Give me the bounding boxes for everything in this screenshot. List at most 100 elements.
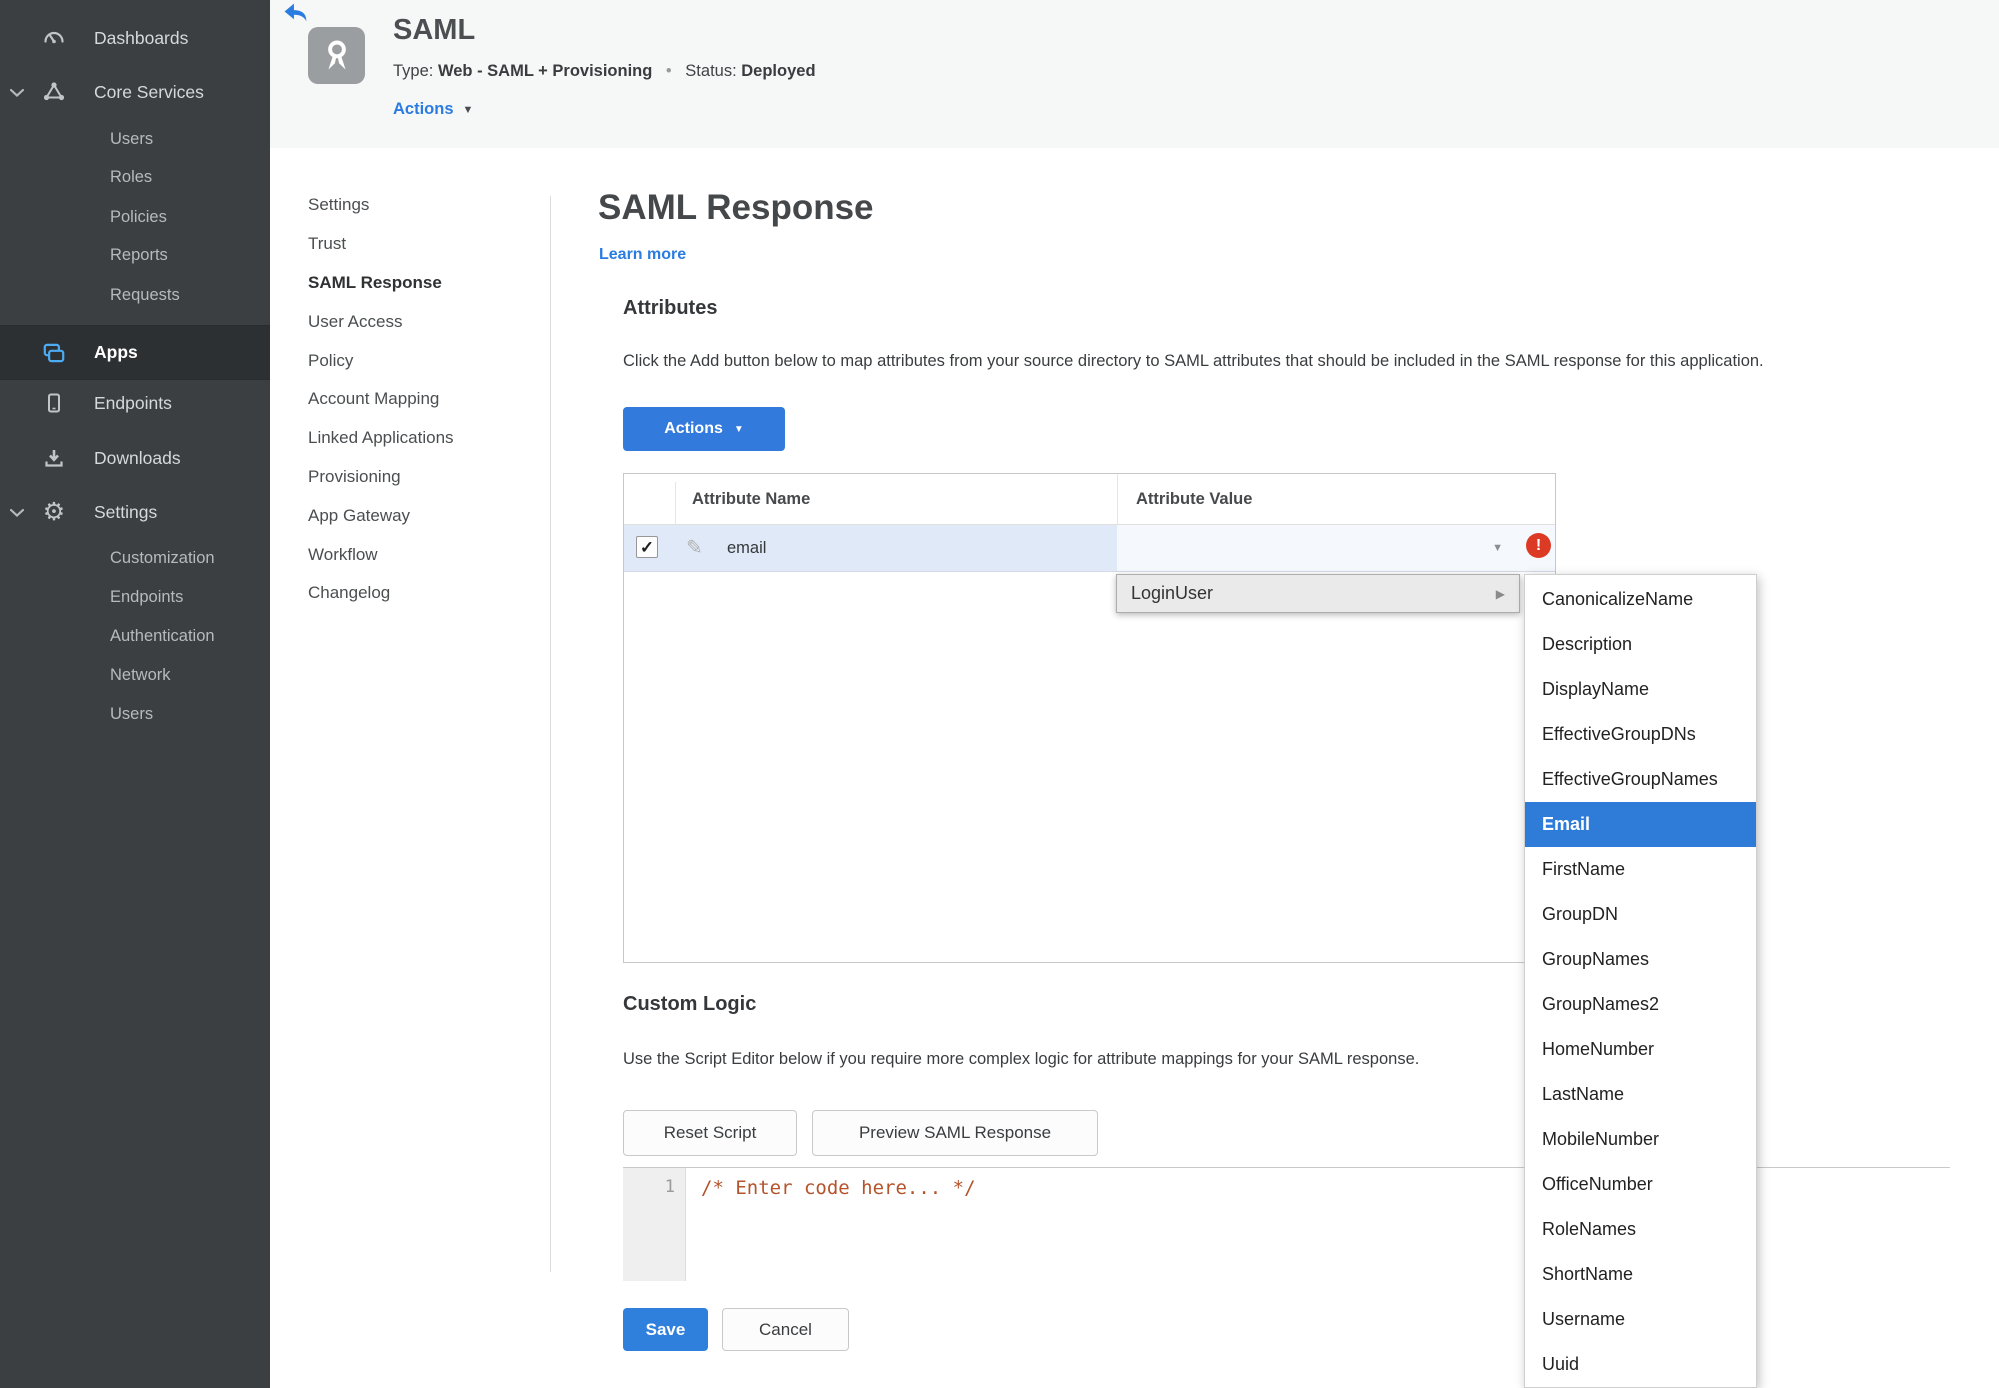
- gear-icon: ⚙: [42, 497, 66, 526]
- menu-item-loginuser[interactable]: LoginUser ▶: [1116, 574, 1520, 613]
- column-header-attribute-name: Attribute Name: [692, 489, 811, 508]
- sidebar-item-label: Settings: [94, 501, 158, 522]
- header-actions-label: Actions: [393, 100, 454, 118]
- editor-line-gutter: 1: [623, 1168, 686, 1281]
- column-divider: [1117, 474, 1118, 524]
- sidebar-subitem-label: Users: [110, 704, 154, 723]
- subnav-item-linked-applications[interactable]: Linked Applications: [308, 419, 538, 458]
- subnav-item-settings[interactable]: Settings: [308, 186, 538, 225]
- sidebar-item-roles[interactable]: Roles: [0, 155, 270, 199]
- submenu-item-groupnames2[interactable]: GroupNames2: [1525, 982, 1756, 1027]
- sidebar-item-label: Endpoints: [94, 392, 172, 413]
- subnav-item-user-access[interactable]: User Access: [308, 302, 538, 341]
- error-icon: !: [1526, 533, 1551, 558]
- sidebar-subitem-label: Network: [110, 665, 171, 684]
- subnav-item-saml-response[interactable]: SAML Response: [308, 264, 538, 303]
- subnav-item-app-gateway[interactable]: App Gateway: [308, 496, 538, 535]
- download-icon: [34, 446, 74, 470]
- check-icon: ✓: [639, 537, 655, 557]
- main-sidebar: Dashboards Core Services Users Roles Pol…: [0, 0, 270, 1388]
- submenu-item-uuid[interactable]: Uuid: [1525, 1342, 1756, 1387]
- submenu-item-description[interactable]: Description: [1525, 622, 1756, 667]
- sidebar-item-settings-users[interactable]: Users: [0, 692, 270, 736]
- submenu-item-email[interactable]: Email: [1525, 802, 1756, 847]
- type-value: Web - SAML + Provisioning: [437, 62, 653, 80]
- submenu-item-firstname[interactable]: FirstName: [1525, 847, 1756, 892]
- apps-icon: [34, 340, 74, 366]
- subnav-item-provisioning[interactable]: Provisioning: [308, 458, 538, 497]
- table-row[interactable]: ▼ ✓ ✎ email: [624, 525, 1555, 572]
- device-icon: [34, 391, 74, 415]
- sidebar-item-authentication[interactable]: Authentication: [0, 614, 270, 658]
- sidebar-item-network[interactable]: Network: [0, 653, 270, 697]
- caret-down-icon: ▼: [462, 103, 474, 116]
- gauge-icon: [34, 26, 74, 50]
- column-divider: [675, 482, 676, 524]
- submenu-item-mobilenumber[interactable]: MobileNumber: [1525, 1117, 1756, 1162]
- app-header: SAML Type: Web - SAML + Provisioning • S…: [270, 0, 1999, 148]
- attributes-table: Attribute Name Attribute Value ▼ ✓ ✎ ema…: [623, 473, 1556, 963]
- submenu-item-groupdn[interactable]: GroupDN: [1525, 892, 1756, 937]
- submenu-item-effectivegroupdns[interactable]: EffectiveGroupDNs: [1525, 712, 1756, 757]
- attribute-name-cell: email: [727, 538, 767, 557]
- preview-saml-response-button[interactable]: Preview SAML Response: [812, 1110, 1098, 1156]
- chevron-down-icon: [0, 508, 34, 517]
- preview-saml-label: Preview SAML Response: [858, 1123, 1052, 1142]
- cancel-button[interactable]: Cancel: [722, 1308, 849, 1351]
- header-actions-menu[interactable]: Actions ▼: [393, 100, 473, 119]
- column-header-attribute-value: Attribute Value: [1136, 489, 1253, 508]
- learn-more-link[interactable]: Learn more: [599, 246, 686, 264]
- subnav-item-changelog[interactable]: Changelog: [308, 574, 538, 613]
- sidebar-item-settings[interactable]: ⚙ Settings: [0, 490, 270, 534]
- table-header-row: Attribute Name Attribute Value: [624, 474, 1555, 525]
- submenu-item-lastname[interactable]: LastName: [1525, 1072, 1756, 1117]
- sidebar-subitem-label: Customization: [110, 548, 215, 567]
- submenu-item-canonicalizename[interactable]: CanonicalizeName: [1525, 577, 1756, 622]
- reset-script-label: Reset Script: [663, 1123, 757, 1142]
- sidebar-item-label: Apps: [94, 342, 138, 362]
- pencil-icon[interactable]: ✎: [686, 535, 703, 560]
- status-badge: Deployed: [741, 62, 816, 80]
- saml-app-icon: [308, 27, 365, 84]
- subnav-item-workflow[interactable]: Workflow: [308, 535, 538, 574]
- sidebar-item-endpoints[interactable]: Endpoints: [0, 381, 270, 425]
- sidebar-item-requests[interactable]: Requests: [0, 273, 270, 317]
- sidebar-item-settings-endpoints[interactable]: Endpoints: [0, 575, 270, 619]
- sidebar-item-apps[interactable]: Apps: [0, 325, 270, 380]
- sidebar-subitem-label: Policies: [110, 207, 167, 226]
- sidebar-item-core-services[interactable]: Core Services: [0, 70, 270, 114]
- sidebar-item-downloads[interactable]: Downloads: [0, 436, 270, 480]
- row-checkbox[interactable]: ✓: [636, 536, 658, 558]
- submenu-item-effectivegroupnames[interactable]: EffectiveGroupNames: [1525, 757, 1756, 802]
- cancel-label: Cancel: [759, 1319, 812, 1339]
- submenu-item-shortname[interactable]: ShortName: [1525, 1252, 1756, 1297]
- line-number: 1: [664, 1177, 675, 1197]
- subnav-item-trust[interactable]: Trust: [308, 225, 538, 264]
- bullet-separator: •: [665, 62, 672, 80]
- menu-item-label: LoginUser: [1131, 583, 1214, 603]
- submenu-item-homenumber[interactable]: HomeNumber: [1525, 1027, 1756, 1072]
- subnav-divider: [550, 196, 551, 1272]
- app-window: Dashboards Core Services Users Roles Pol…: [0, 0, 1999, 1388]
- attribute-value-dropdown[interactable]: ▼: [1117, 525, 1555, 571]
- attribute-submenu: CanonicalizeName Description DisplayName…: [1524, 574, 1757, 1388]
- sidebar-item-dashboards[interactable]: Dashboards: [0, 16, 270, 60]
- submenu-item-groupnames[interactable]: GroupNames: [1525, 937, 1756, 982]
- submenu-item-username[interactable]: Username: [1525, 1297, 1756, 1342]
- app-meta-line: Type: Web - SAML + Provisioning • Status…: [393, 62, 816, 81]
- attributes-actions-button[interactable]: Actions ▼: [623, 407, 785, 451]
- reset-script-button[interactable]: Reset Script: [623, 1110, 797, 1156]
- sidebar-item-reports[interactable]: Reports: [0, 233, 270, 277]
- back-arrow-icon[interactable]: [283, 3, 308, 28]
- editor-code-area[interactable]: /* Enter code here... */: [701, 1177, 976, 1199]
- attributes-description: Click the Add button below to map attrib…: [623, 352, 1764, 370]
- subnav-item-account-mapping[interactable]: Account Mapping: [308, 380, 538, 419]
- submenu-item-displayname[interactable]: DisplayName: [1525, 667, 1756, 712]
- caret-down-icon: ▼: [1492, 542, 1503, 554]
- save-button[interactable]: Save: [623, 1308, 708, 1351]
- subnav-item-policy[interactable]: Policy: [308, 341, 538, 380]
- submenu-item-rolenames[interactable]: RoleNames: [1525, 1207, 1756, 1252]
- submenu-item-officenumber[interactable]: OfficeNumber: [1525, 1162, 1756, 1207]
- sidebar-item-customization[interactable]: Customization: [0, 536, 270, 580]
- sidebar-item-label: Downloads: [94, 447, 181, 468]
